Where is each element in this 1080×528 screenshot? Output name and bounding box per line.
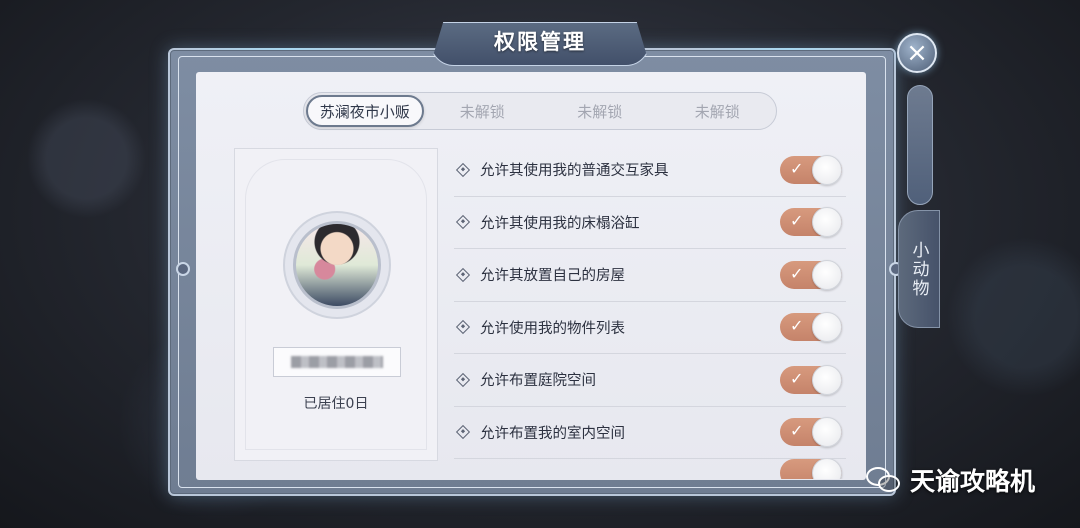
permission-row: 允许使用我的物件列表 ✓ [454, 302, 846, 354]
permission-label: 允许其使用我的床榻浴缸 [480, 215, 640, 232]
diamond-bullet-icon [455, 425, 471, 440]
tab-resident-1[interactable]: 苏澜夜市小贩 [306, 95, 424, 127]
permission-row: 允许布置我的室内空间 ✓ [454, 407, 846, 459]
check-icon: ✓ [790, 368, 804, 388]
diamond-bullet-icon [455, 320, 471, 335]
diamond-bullet-icon [455, 215, 471, 230]
permission-label: 允许布置我的室内空间 [480, 425, 625, 442]
toggle-knob [812, 312, 842, 343]
close-button[interactable]: × [897, 33, 937, 73]
dialog-title: 权限管理 [494, 29, 586, 54]
diamond-bullet-icon [455, 372, 471, 387]
check-icon: ✓ [790, 263, 804, 283]
diamond-bullet-icon [455, 267, 471, 282]
toggle-knob [812, 207, 842, 238]
check-icon: ✓ [790, 211, 804, 231]
frame-ornament-right [690, 48, 890, 50]
close-icon: × [906, 38, 928, 68]
watermark-text: 天谕攻略机 [910, 467, 1036, 496]
permission-toggle[interactable]: ✓ [780, 364, 842, 395]
frame-hinge-left [176, 262, 190, 276]
tab-resident-2[interactable]: 未解锁 [424, 93, 542, 129]
permission-row: 允许其使用我的普通交互家具 ✓ [454, 144, 846, 197]
permission-label: 允许布置庭院空间 [480, 373, 596, 390]
wechat-icon [866, 465, 902, 495]
watermark: 天谕攻略机 [866, 462, 1035, 498]
tab-resident-3[interactable]: 未解锁 [541, 93, 659, 129]
residence-days: 已居住0日 [303, 396, 369, 412]
permission-toggle[interactable]: ✓ [780, 259, 842, 290]
frame-ornament-left [175, 48, 395, 50]
permission-toggle[interactable]: ✓ [780, 154, 842, 185]
permission-list: 允许其使用我的普通交互家具 ✓ 允许其使用我的床榻浴缸 ✓ 允许其放置自己的房屋… [454, 144, 846, 479]
permission-toggle[interactable] [780, 459, 842, 479]
permission-panel: 苏澜夜市小贩 未解锁 未解锁 未解锁 已居住0日 允许其使用我的普通交互家具 ✓… [196, 72, 866, 480]
permission-row: 允许其放置自己的房屋 ✓ [454, 249, 846, 302]
permission-toggle[interactable]: ✓ [780, 417, 842, 448]
side-ornament [907, 85, 933, 205]
avatar-frame [283, 211, 391, 319]
check-icon: ✓ [790, 316, 804, 336]
permission-row-partial [454, 459, 846, 479]
profile-card: 已居住0日 [234, 148, 438, 461]
toggle-knob [812, 259, 842, 290]
tab-resident-4[interactable]: 未解锁 [659, 93, 777, 129]
check-icon: ✓ [790, 421, 804, 441]
side-tab-label: 小动物 [908, 240, 929, 298]
permission-label: 允许使用我的物件列表 [480, 320, 625, 337]
tab-bar: 苏澜夜市小贩 未解锁 未解锁 未解锁 [303, 92, 777, 130]
toggle-knob [812, 417, 842, 448]
permission-row: 允许其使用我的床榻浴缸 ✓ [454, 197, 846, 249]
permission-toggle[interactable]: ✓ [780, 312, 842, 343]
toggle-knob [812, 459, 842, 479]
name-redacted [291, 356, 383, 368]
name-field [273, 347, 401, 377]
toggle-knob [812, 154, 842, 185]
permission-toggle[interactable]: ✓ [780, 207, 842, 238]
toggle-knob [812, 364, 842, 395]
avatar [293, 221, 381, 309]
side-tab-pets[interactable]: 小动物 [898, 210, 940, 328]
diamond-bullet-icon [455, 162, 471, 177]
permission-label: 允许其放置自己的房屋 [480, 268, 625, 285]
check-icon: ✓ [790, 158, 804, 178]
permission-row: 允许布置庭院空间 ✓ [454, 354, 846, 407]
permission-label: 允许其使用我的普通交互家具 [480, 163, 669, 180]
